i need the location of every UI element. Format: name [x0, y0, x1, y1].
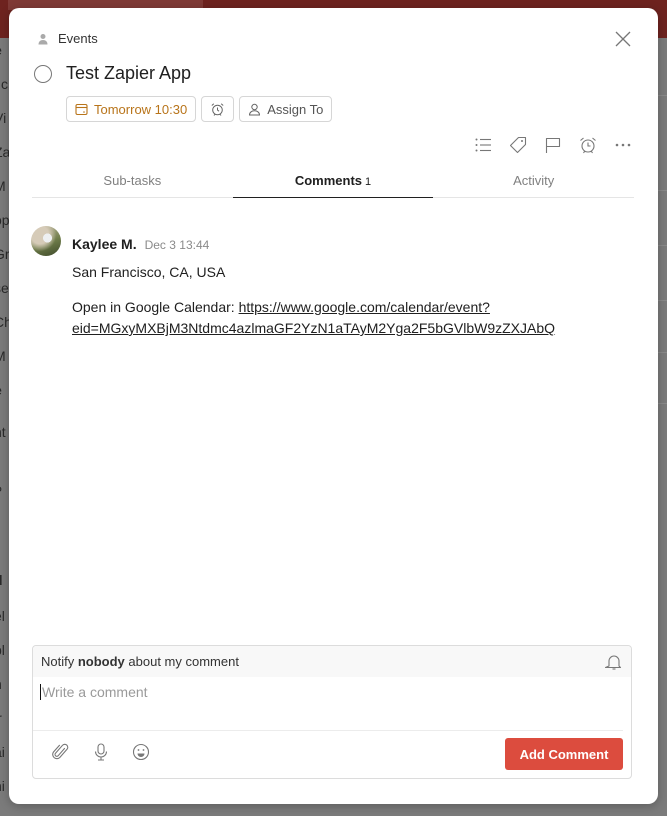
comment-calendar-line: Open in Google Calendar: https://www.goo… — [72, 297, 612, 339]
task-title[interactable]: Test Zapier App — [66, 63, 191, 84]
tab-activity[interactable]: Activity — [433, 168, 634, 197]
task-action-toolbar — [474, 136, 632, 154]
microphone-icon[interactable] — [92, 743, 110, 761]
person-outline-icon — [248, 103, 261, 116]
emoji-icon[interactable] — [132, 743, 150, 761]
bg-text: ai — [0, 744, 5, 760]
paperclip-icon[interactable] — [52, 743, 70, 761]
bg-text: h — [0, 676, 2, 692]
assign-to-button[interactable]: Assign To — [239, 96, 333, 122]
tab-sub-tasks[interactable]: Sub-tasks — [32, 168, 233, 197]
bg-text: el — [0, 608, 5, 624]
comment-text: Open in Google Calendar: — [72, 299, 239, 315]
composer-tools — [52, 743, 150, 761]
project-name: Events — [58, 31, 98, 46]
tab-label: Activity — [513, 173, 555, 188]
background-sidebar-list: e Jc Vi Za M op Gr se Ch M e nt P d el b… — [0, 38, 9, 816]
composer-divider — [33, 730, 623, 731]
avatar[interactable] — [31, 226, 61, 256]
bg-text: Vi — [0, 110, 7, 126]
bg-text: Gr — [0, 246, 9, 262]
comment-input[interactable] — [40, 684, 622, 700]
bg-text: bl — [0, 642, 5, 658]
close-icon[interactable] — [614, 30, 632, 48]
task-chips: Tomorrow 10:30 Assign To — [66, 96, 333, 122]
tab-comments[interactable]: Comments 1 — [232, 168, 434, 198]
bg-text: Ch — [0, 314, 9, 330]
task-title-row: Test Zapier App — [34, 63, 191, 84]
bg-text: d — [0, 572, 3, 588]
bg-text: e — [0, 382, 2, 398]
comment-location: San Francisco, CA, USA — [72, 264, 226, 280]
notify-recipients: nobody — [77, 654, 125, 669]
bg-text: se — [0, 280, 9, 296]
bell-icon[interactable] — [604, 653, 623, 671]
due-date-label: Tomorrow 10:30 — [94, 101, 188, 117]
label-tag-icon[interactable] — [509, 136, 527, 154]
notify-suffix: about my comment — [124, 654, 239, 669]
tab-label: Comments — [294, 173, 363, 188]
calendar-icon — [75, 103, 88, 116]
notify-prefix: Notify — [41, 654, 78, 669]
comment-timestamp: Dec 3 13:44 — [144, 238, 210, 252]
tab-count: 1 — [365, 176, 372, 188]
add-comment-button[interactable]: Add Comment — [505, 738, 623, 770]
link-text: https://www.google.com/calendar/event? — [238, 299, 490, 315]
bg-text: ir — [0, 710, 2, 726]
more-icon[interactable] — [614, 136, 632, 154]
bg-text: ni — [0, 778, 5, 794]
comment-author: Kaylee M. — [72, 236, 137, 252]
bg-text: M — [0, 348, 6, 364]
bg-text: op — [0, 212, 9, 228]
assign-to-label: Assign To — [267, 101, 324, 117]
bg-text: nt — [0, 424, 6, 440]
comment-header: Kaylee M. Dec 3 13:44 — [72, 236, 209, 252]
bg-text: Jc — [0, 76, 8, 92]
task-tabs: Sub-tasks Comments 1 Activity — [32, 168, 634, 198]
notify-text: Notify nobody about my comment — [41, 654, 239, 669]
flag-icon[interactable] — [544, 136, 562, 154]
comment-composer: Notify nobody about my comment Add Comme… — [32, 645, 632, 779]
bg-text: Za — [0, 144, 9, 160]
person-icon — [37, 33, 49, 45]
alarm-clock-icon — [210, 102, 225, 117]
link-text: eid=MGxyMXBjM3Ntdmc4azlmaGF2YzN1aTAyM2Yg… — [72, 320, 556, 336]
notify-bar[interactable]: Notify nobody about my comment — [33, 646, 631, 677]
due-date-button[interactable]: Tomorrow 10:30 — [66, 96, 197, 122]
reminder-button[interactable] — [201, 96, 235, 122]
bg-text: e — [0, 42, 2, 58]
alarm-clock-icon[interactable] — [579, 136, 597, 154]
bg-text: M — [0, 178, 6, 194]
list-icon[interactable] — [474, 136, 492, 154]
bg-text: P — [0, 484, 2, 498]
tab-label: Sub-tasks — [103, 173, 162, 188]
task-detail-modal: Events Test Zapier App Tomorrow 10:30 As… — [9, 8, 658, 804]
project-breadcrumb[interactable]: Events — [37, 31, 98, 46]
comment-body: San Francisco, CA, USA Open in Google Ca… — [72, 262, 612, 353]
complete-task-checkbox[interactable] — [34, 64, 52, 83]
